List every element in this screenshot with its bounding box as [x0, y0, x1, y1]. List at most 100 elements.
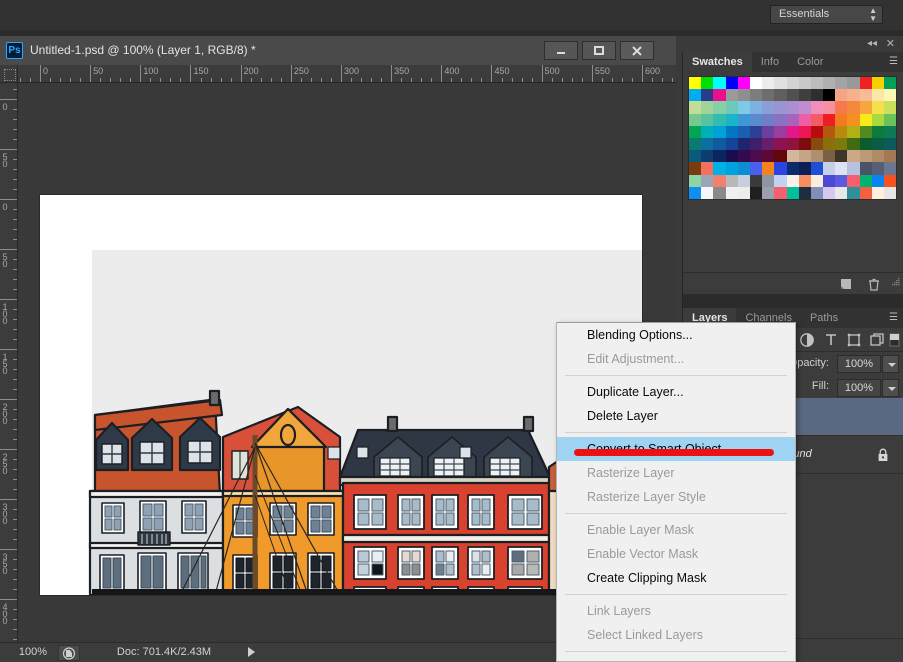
swatch-162[interactable] — [798, 186, 811, 199]
swatch-144[interactable] — [786, 174, 799, 187]
swatch-132[interactable] — [847, 162, 860, 175]
swatch-91[interactable] — [762, 137, 775, 151]
swatch-81[interactable] — [847, 125, 860, 138]
swatch-93[interactable] — [786, 137, 799, 151]
swatch-18[interactable] — [701, 89, 714, 102]
swatch-125[interactable] — [762, 162, 775, 175]
ruler-corner[interactable] — [0, 65, 18, 83]
swatch-168[interactable] — [871, 186, 884, 199]
swatch-167[interactable] — [859, 186, 872, 199]
document-title-bar[interactable]: Ps Untitled-1.psd @ 100% (Layer 1, RGB/8… — [0, 37, 676, 65]
swatch-92[interactable] — [774, 137, 787, 151]
swatch-1[interactable] — [701, 77, 714, 90]
swatch-43[interactable] — [798, 101, 811, 114]
swatch-2[interactable] — [713, 77, 726, 90]
swatch-105[interactable] — [725, 150, 738, 163]
swatch-23[interactable] — [762, 89, 775, 102]
minimize-button[interactable] — [544, 41, 578, 60]
swatch-126[interactable] — [774, 162, 787, 175]
swatch-11[interactable] — [823, 77, 836, 90]
adjustment-filter-icon[interactable] — [799, 332, 815, 348]
swatch-139[interactable] — [725, 174, 738, 187]
swatch-111[interactable] — [798, 150, 811, 163]
swatch-68[interactable] — [689, 125, 702, 138]
swatch-40[interactable] — [762, 101, 775, 114]
swatch-14[interactable] — [859, 77, 872, 90]
menu-item-create-clipping-mask[interactable]: Create Clipping Mask — [557, 566, 795, 590]
swatch-79[interactable] — [823, 125, 836, 138]
swatch-155[interactable] — [713, 186, 726, 199]
swatch-137[interactable] — [701, 174, 714, 187]
play-arrow-icon[interactable] — [248, 647, 255, 657]
swatch-82[interactable] — [859, 125, 872, 138]
swatch-114[interactable] — [835, 150, 848, 163]
swatch-65[interactable] — [859, 113, 872, 126]
swatch-106[interactable] — [737, 150, 750, 163]
swatch-157[interactable] — [737, 186, 750, 199]
workspace-switcher[interactable]: Essentials ▲ ▼ — [770, 5, 883, 24]
swatch-32[interactable] — [871, 89, 884, 102]
swatch-120[interactable] — [701, 162, 714, 175]
swatch-100[interactable] — [871, 137, 884, 151]
swatch-36[interactable] — [713, 101, 726, 114]
swatch-123[interactable] — [737, 162, 750, 175]
swatch-98[interactable] — [847, 137, 860, 151]
document-icon[interactable] — [58, 645, 80, 661]
swatch-50[interactable] — [884, 101, 897, 114]
filter-toggle-icon[interactable] — [889, 332, 900, 348]
swatch-130[interactable] — [823, 162, 836, 175]
swatch-9[interactable] — [798, 77, 811, 90]
swatch-66[interactable] — [871, 113, 884, 126]
swatches-grid[interactable] — [688, 76, 897, 200]
swatch-163[interactable] — [810, 186, 824, 199]
swatch-141[interactable] — [749, 174, 763, 187]
swatch-24[interactable] — [774, 89, 787, 102]
tab-paths[interactable]: Paths — [801, 308, 847, 328]
swatch-133[interactable] — [859, 162, 872, 175]
swatch-117[interactable] — [871, 150, 884, 163]
resize-grip-icon[interactable] — [891, 277, 900, 286]
swatch-149[interactable] — [847, 174, 860, 187]
swatch-72[interactable] — [737, 125, 750, 138]
swatch-70[interactable] — [713, 125, 726, 138]
swatch-31[interactable] — [859, 89, 872, 102]
swatch-42[interactable] — [786, 101, 799, 114]
swatch-108[interactable] — [762, 150, 775, 163]
swatch-19[interactable] — [713, 89, 726, 102]
swatch-52[interactable] — [701, 113, 714, 126]
swatch-76[interactable] — [786, 125, 799, 138]
maximize-button[interactable] — [582, 41, 616, 60]
swatch-73[interactable] — [749, 125, 763, 138]
swatch-169[interactable] — [884, 186, 897, 199]
swatch-26[interactable] — [798, 89, 811, 102]
swatch-53[interactable] — [713, 113, 726, 126]
swatch-77[interactable] — [798, 125, 811, 138]
swatch-86[interactable] — [701, 137, 714, 151]
swatch-49[interactable] — [871, 101, 884, 114]
swatch-140[interactable] — [737, 174, 750, 187]
swatch-99[interactable] — [859, 137, 872, 151]
zoom-level[interactable]: 100% — [10, 646, 56, 658]
swatch-25[interactable] — [786, 89, 799, 102]
shape-filter-icon[interactable] — [846, 332, 862, 348]
swatch-8[interactable] — [786, 77, 799, 90]
swatch-129[interactable] — [810, 162, 824, 175]
swatch-166[interactable] — [847, 186, 860, 199]
swatch-116[interactable] — [859, 150, 872, 163]
swatch-134[interactable] — [871, 162, 884, 175]
swatch-58[interactable] — [774, 113, 787, 126]
swatch-41[interactable] — [774, 101, 787, 114]
trash-icon[interactable] — [867, 277, 881, 291]
swatch-47[interactable] — [847, 101, 860, 114]
swatch-88[interactable] — [725, 137, 738, 151]
swatch-164[interactable] — [823, 186, 836, 199]
swatch-7[interactable] — [774, 77, 787, 90]
swatch-22[interactable] — [749, 89, 763, 102]
swatch-27[interactable] — [810, 89, 824, 102]
swatch-160[interactable] — [774, 186, 787, 199]
swatch-104[interactable] — [713, 150, 726, 163]
swatch-107[interactable] — [749, 150, 763, 163]
swatch-161[interactable] — [786, 186, 799, 199]
swatch-109[interactable] — [774, 150, 787, 163]
swatch-0[interactable] — [689, 77, 702, 90]
